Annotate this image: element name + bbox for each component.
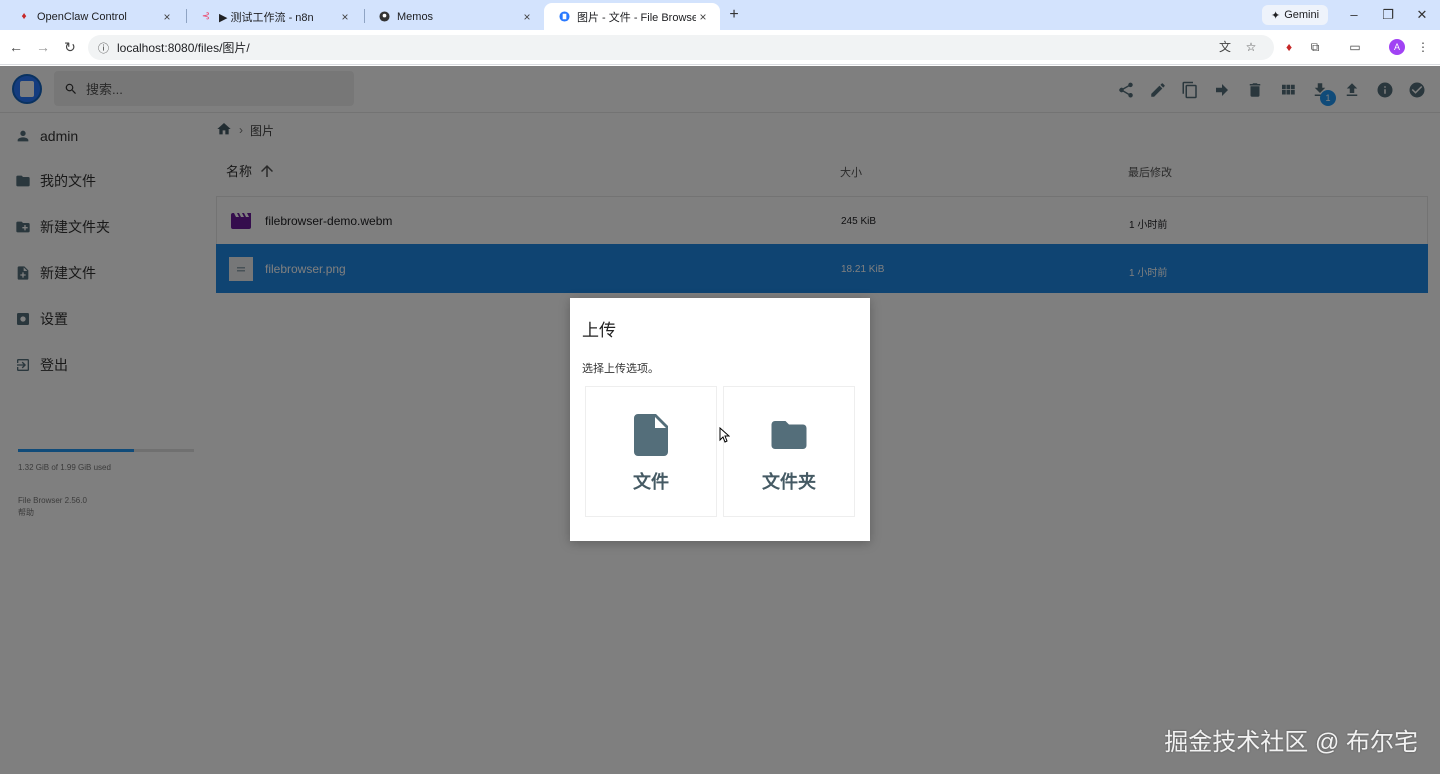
upload-file-button[interactable]: 文件 xyxy=(585,386,717,517)
address-bar[interactable]: ⓘ localhost:8080/files/图片/ 文 ☆ xyxy=(88,35,1274,60)
filebrowser-icon xyxy=(558,11,570,23)
avatar[interactable]: A xyxy=(1389,39,1405,55)
watermark: 掘金技术社区 @ 布尔宅 xyxy=(1164,729,1418,756)
new-tab-button[interactable]: + xyxy=(726,6,742,24)
tab-title: OpenClaw Control xyxy=(37,10,127,23)
forward-button[interactable]: → xyxy=(34,38,52,56)
url-text: localhost:8080/files/图片/ xyxy=(117,41,250,55)
browser-tab-openclaw[interactable]: ♦ OpenClaw Control × xyxy=(4,3,184,30)
side-panel-icon[interactable]: ▭ xyxy=(1346,38,1364,56)
extension-icon[interactable]: ♦ xyxy=(1280,38,1298,56)
mouse-cursor-icon xyxy=(719,427,730,443)
browser-tab-filebrowser[interactable]: 图片 - 文件 - File Browser × xyxy=(544,3,720,30)
browser-tab-n8n[interactable]: ⊰ ▶ 测试工作流 - n8n × xyxy=(186,3,362,30)
openclaw-icon: ♦ xyxy=(21,11,27,22)
close-icon[interactable]: × xyxy=(696,10,710,24)
back-button[interactable]: ← xyxy=(7,38,25,56)
upload-folder-button[interactable]: 文件夹 xyxy=(723,386,855,517)
n8n-icon: ⊰ xyxy=(201,11,211,22)
bookmark-star-icon[interactable]: ☆ xyxy=(1242,35,1260,60)
upload-file-label: 文件 xyxy=(633,472,669,492)
close-icon[interactable]: × xyxy=(160,10,174,24)
puzzle-icon[interactable]: ⧉ xyxy=(1306,38,1324,56)
browser-tab-bar: ♦ OpenClaw Control × ⊰ ▶ 测试工作流 - n8n × M… xyxy=(0,0,1440,30)
browser-toolbar: ← → ↻ ⓘ localhost:8080/files/图片/ 文 ☆ ♦ ⧉… xyxy=(0,30,1440,65)
tab-title: ▶ 测试工作流 - n8n xyxy=(219,11,314,24)
dialog-text: 选择上传选项。 xyxy=(582,363,659,375)
memos-icon xyxy=(378,11,390,23)
upload-folder-label: 文件夹 xyxy=(762,472,816,492)
file-icon xyxy=(634,414,668,456)
tab-title: 图片 - 文件 - File Browser xyxy=(577,11,696,24)
dialog-title: 上传 xyxy=(582,321,616,340)
reload-button[interactable]: ↻ xyxy=(61,38,79,56)
translate-icon[interactable]: 文 xyxy=(1216,35,1234,60)
close-icon[interactable]: × xyxy=(520,10,534,24)
gemini-label: Gemini xyxy=(1284,9,1320,21)
close-window-button[interactable]: ✕ xyxy=(1412,5,1432,25)
gemini-button[interactable]: ✦ Gemini xyxy=(1262,5,1329,25)
menu-icon[interactable]: ⋮ xyxy=(1414,38,1432,56)
browser-tab-memos[interactable]: Memos × xyxy=(364,3,544,30)
upload-dialog: 上传 选择上传选项。 文件 文件夹 xyxy=(570,298,870,541)
minimize-button[interactable]: – xyxy=(1344,5,1364,25)
site-info-icon[interactable]: ⓘ xyxy=(98,40,109,56)
close-icon[interactable]: × xyxy=(338,10,352,24)
tab-title: Memos xyxy=(397,10,434,23)
sparkle-icon: ✦ xyxy=(1271,9,1281,22)
restore-button[interactable]: ❐ xyxy=(1378,5,1398,25)
folder-icon xyxy=(771,421,807,449)
